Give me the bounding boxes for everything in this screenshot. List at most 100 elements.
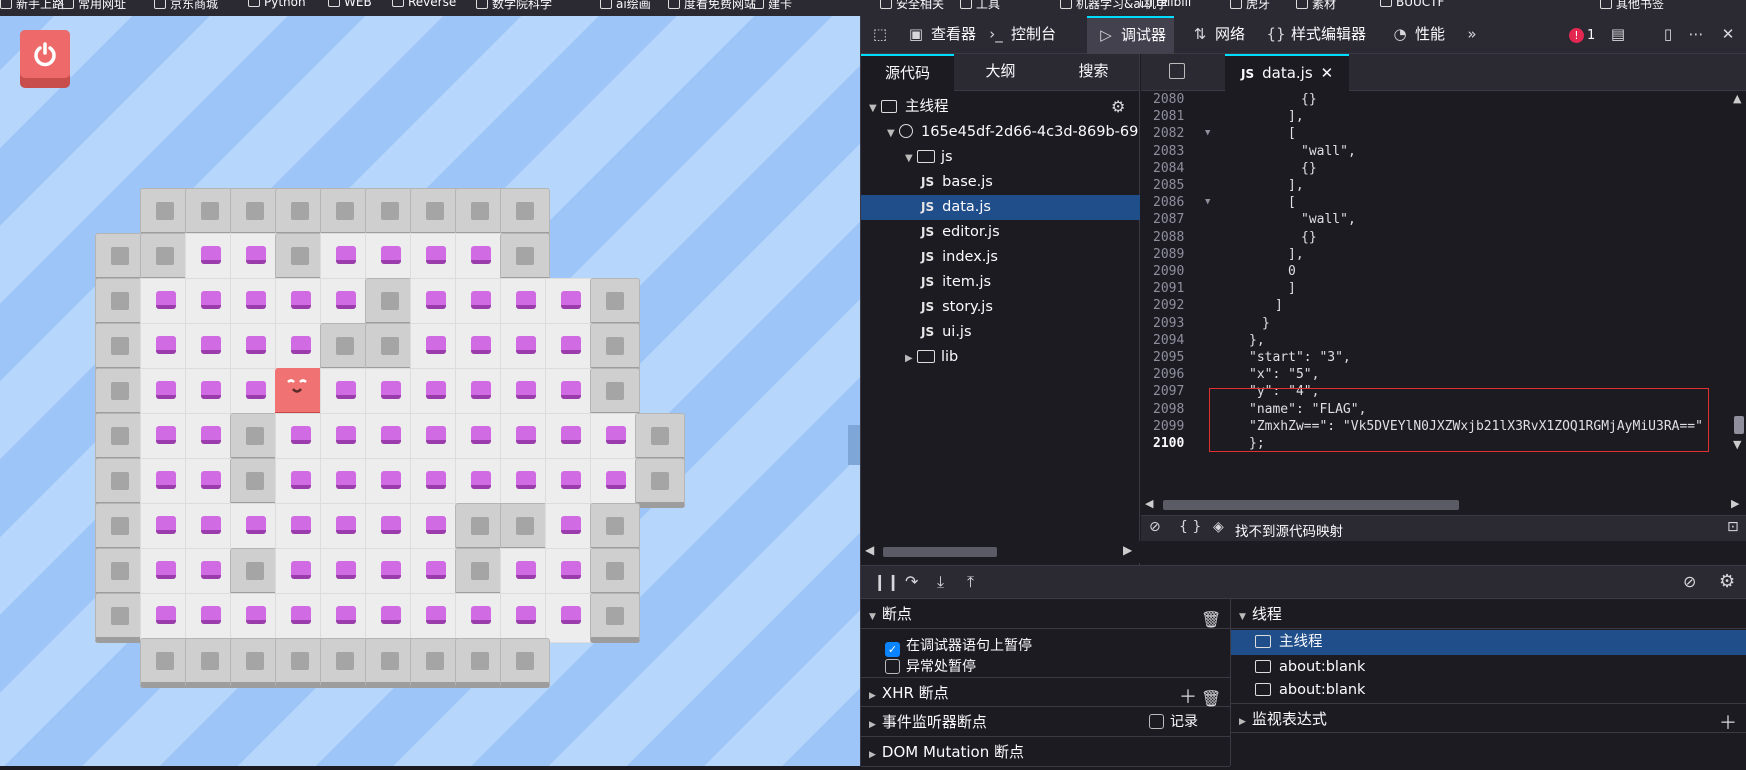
bookmark-item[interactable]: 数学院科学 [476,0,552,12]
tree-file[interactable]: JS story.js [861,295,1140,320]
tree-host[interactable]: ▼ 165e45df-2d66-4c3d-869b-6913 [861,120,1140,145]
collapse-icon[interactable]: ⊡ [1727,519,1739,535]
more-tools-icon[interactable]: » [1461,16,1487,54]
add-watch-icon[interactable]: ＋ [1719,709,1737,739]
menu-icon[interactable]: ⋯ [1685,16,1711,54]
tree-hscrollbar[interactable]: ◀ ▶ [861,541,1140,563]
game-viewport [0,16,860,766]
bookmark-item[interactable]: 新手上路 [0,0,64,12]
bookmark-item[interactable]: 安全相关 [880,0,944,12]
tab-network[interactable]: ⇅ 网络 [1189,16,1245,54]
event-listener-breakpoints-header[interactable]: ▶ 事件监听器断点 记录 [861,707,1230,737]
pretty-print-icon[interactable]: { } [1179,519,1201,535]
editor-tab-data-js[interactable]: JS data.js ✕ [1225,54,1350,91]
bookmark-item[interactable]: 建卡 [752,0,792,12]
power-button[interactable] [20,30,70,88]
bookmark-item[interactable]: Python [248,0,306,9]
bookmark-item[interactable]: WEB [328,0,372,9]
fold-toggle-icon[interactable]: ▼ [1205,193,1217,212]
gem-block [156,336,176,354]
tree-file[interactable]: JS data.js [861,195,1140,220]
line-number[interactable]: 2092 [1141,296,1227,315]
tab-sources[interactable]: 源代码 [861,54,954,91]
tree-folder-js[interactable]: ▼ js [861,145,1140,170]
tree-file[interactable]: JS ui.js [861,320,1140,345]
line-number[interactable]: 2095 [1141,348,1227,367]
error-count-badge[interactable]: ! 1 [1569,16,1595,54]
tree-file[interactable]: JS item.js [861,270,1140,295]
step-over-icon[interactable]: ↷ [905,572,918,591]
tab-outline[interactable]: 大纲 [954,54,1047,91]
tab-inspector[interactable]: ▣ 查看器 [905,16,976,54]
bookmark-item[interactable]: 常用网址 [62,0,126,12]
settings-icon[interactable]: ⚙ [1111,97,1125,116]
blackbox-icon[interactable]: ⊘ [1149,519,1161,535]
responsive-icon[interactable]: ▯ [1657,16,1683,54]
line-number[interactable]: 2083 [1141,142,1227,161]
bookmark-item[interactable]: 素材 [1296,0,1336,12]
record-checkbox[interactable] [1149,714,1164,729]
xhr-breakpoints-header[interactable]: ▶ XHR 断点＋ 🗑 [861,677,1230,708]
disable-breakpoints-icon[interactable]: ⊘ [1683,572,1696,591]
line-number[interactable]: 2096 [1141,365,1227,384]
bookmark-item[interactable]: bilibili [1140,0,1191,9]
step-out-icon[interactable]: ⤒ [967,572,974,592]
tab-performance[interactable]: ◔ 性能 [1389,16,1445,54]
bookmark-item[interactable]: 虎牙 [1230,0,1270,12]
pause-on-exceptions-checkbox[interactable] [885,659,900,674]
line-number[interactable]: 2087 [1141,210,1227,229]
bookmark-item[interactable]: ai绘画 [600,0,651,12]
pause-on-debugger-row[interactable]: ✓ 在调试器语句上暂停 [885,635,1032,657]
devtools-splitter[interactable] [848,425,860,465]
line-number[interactable]: 2088 [1141,228,1227,247]
line-number[interactable]: 2093 [1141,314,1227,333]
editor-vscrollbar[interactable]: ▲ ▼ [1731,92,1746,494]
thread-item[interactable]: about:blank [1231,655,1746,680]
threads-header[interactable]: ▼ 线程 [1231,599,1746,629]
tree-file[interactable]: JS index.js [861,245,1140,270]
tab-debugger[interactable]: ▷ 调试器 [1087,16,1175,54]
tree-folder-lib[interactable]: ▶ lib [861,345,1140,370]
debugger-settings-icon[interactable]: ⚙ [1719,571,1735,592]
step-in-icon[interactable]: ⤓ [937,572,944,592]
line-number[interactable]: 2089 [1141,245,1227,264]
tree-file[interactable]: JS editor.js [861,220,1140,245]
line-number[interactable]: 2081 [1141,107,1227,126]
bookmark-item[interactable]: Reverse [392,0,456,9]
bookmark-item[interactable]: 度看免费网站 [668,0,756,12]
editor-hscrollbar[interactable]: ◀ ▶ [1141,494,1746,514]
gem-block [426,336,446,354]
thread-item[interactable]: about:blank [1231,678,1746,703]
dom-mutation-breakpoints-header[interactable]: ▶ DOM Mutation 断点 [861,737,1230,767]
line-number[interactable]: 2084 [1141,159,1227,178]
tree-file[interactable]: JS base.js [861,170,1140,195]
close-icon[interactable]: ✕ [1717,16,1743,54]
tree-main-thread[interactable]: ▼ 主线程 [861,95,1140,120]
toggle-sidebar-icon[interactable] [1169,63,1185,79]
tab-search[interactable]: 搜索 [1047,54,1140,91]
pause-on-exceptions-row[interactable]: 异常处暂停 [885,656,976,676]
pause-on-debugger-checkbox[interactable]: ✓ [885,642,900,657]
line-number[interactable]: 2085 [1141,176,1227,195]
bookmark-item[interactable]: 其他书签 [1600,0,1664,12]
fold-toggle-icon[interactable]: ▼ [1205,124,1217,143]
picker-icon[interactable]: ⬚ [869,16,895,54]
tab-console[interactable]: ›_ 控制台 [985,16,1056,54]
trash-icon[interactable]: 🗑 [1201,605,1221,635]
line-number[interactable]: 2094 [1141,331,1227,350]
thread-item[interactable]: 主线程 [1231,630,1746,655]
floor-tile [320,413,370,463]
bookmark-item[interactable]: 工具 [960,0,1000,12]
tab-style-editor[interactable]: {} 样式编辑器 [1265,16,1366,54]
watch-expressions-header[interactable]: ▶ 监视表达式＋ [1231,703,1746,734]
bookmark-item[interactable]: BUUCTF [1380,0,1444,9]
line-number[interactable]: 2091 [1141,279,1227,298]
close-tab-icon[interactable]: ✕ [1321,64,1334,82]
pause-icon[interactable]: ❙❙ [873,572,900,591]
line-number[interactable]: 2090 [1141,262,1227,281]
breakpoints-header[interactable]: ▼ 断点 🗑 [861,599,1230,629]
wall-tile [365,323,415,373]
bookmark-item[interactable]: 京东商城 [154,0,218,12]
layout-icon[interactable]: ▤ [1607,16,1633,54]
gem-block [561,336,581,354]
